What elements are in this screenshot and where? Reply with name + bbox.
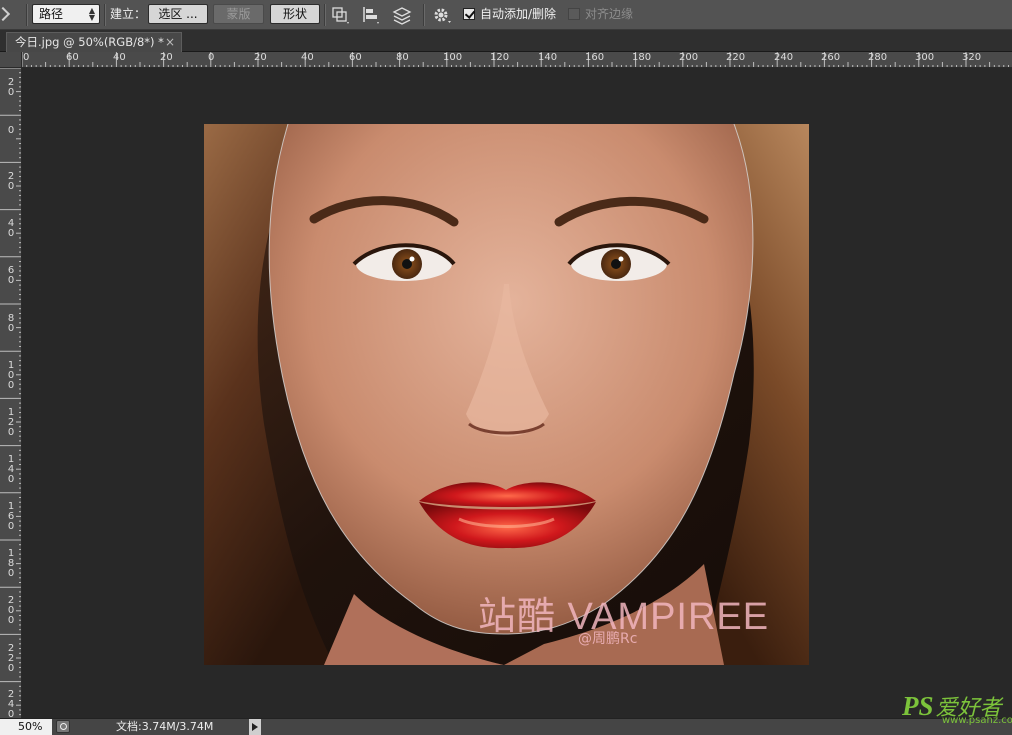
document-tab-title: 今日.jpg @ 50%(RGB/8*) * [15, 35, 164, 49]
pen-mode-value: 路径 [39, 7, 64, 21]
auto-add-delete-checkbox[interactable] [463, 8, 475, 20]
ruler-label: 0 [7, 125, 15, 136]
ruler-label: 1 4 0 [7, 454, 15, 485]
document-size-info: 文档:3.74M/3.74M [116, 720, 214, 733]
pen-mode-select[interactable]: 路径 ▲ ▼ [32, 4, 100, 24]
vertical-ruler[interactable]: 2 0 0 2 0 4 0 6 0 8 0 1 0 0 1 2 0 1 4 0 … [0, 68, 22, 718]
path-operations-icon[interactable] [330, 4, 352, 26]
path-alignment-icon[interactable] [360, 4, 382, 26]
ruler-label: 200 [679, 52, 699, 63]
close-icon[interactable]: × [165, 33, 175, 51]
ruler-label: 0 [208, 52, 215, 63]
canvas-watermark-author: @周鹏Rc [578, 631, 638, 647]
ruler-label: 8 0 [7, 313, 15, 334]
ruler-label: 160 [585, 52, 605, 63]
ruler-label: 40 [113, 52, 126, 63]
ruler-label: 0 [23, 52, 30, 63]
ruler-label: 1 6 0 [7, 501, 15, 532]
ruler-label: 40 [301, 52, 314, 63]
status-info-icon[interactable] [56, 720, 70, 733]
ruler-label: 2 0 [7, 77, 15, 98]
ruler-label: 20 [160, 52, 173, 63]
ruler-label: 20 [254, 52, 267, 63]
ruler-label: 180 [632, 52, 652, 63]
ruler-label: 2 0 [7, 171, 15, 192]
document-tab[interactable]: 今日.jpg @ 50%(RGB/8*) * × [6, 32, 182, 52]
site-url: www.psahz.com [942, 715, 1012, 726]
ruler-label: 220 [726, 52, 746, 63]
ruler-label: 6 0 [7, 265, 15, 286]
portrait-artwork [204, 124, 809, 665]
ruler-label: 80 [396, 52, 409, 63]
ruler-label: 320 [962, 52, 982, 63]
status-menu-arrow-icon[interactable] [249, 719, 261, 735]
auto-add-delete-label: 自动添加/删除 [480, 7, 557, 21]
align-edges-label: 对齐边缘 [585, 7, 634, 21]
site-watermark-logo: PS爱好者 www.psahz.com [902, 690, 1012, 726]
gear-icon[interactable] [431, 4, 453, 26]
document-tab-bar: 今日.jpg @ 50%(RGB/8*) * × [0, 30, 1012, 52]
separator [324, 4, 326, 26]
make-mask-button[interactable]: 蒙版 [213, 4, 264, 24]
ruler-label: 60 [349, 52, 362, 63]
make-shape-button[interactable]: 形状 [270, 4, 320, 24]
separator [26, 4, 28, 26]
ruler-label: 300 [915, 52, 935, 63]
ruler-label: 120 [490, 52, 510, 63]
ruler-label: 1 0 0 [7, 360, 15, 391]
ruler-label: 60 [66, 52, 79, 63]
ruler-label: 240 [774, 52, 794, 63]
options-bar: 路径 ▲ ▼ 建立： 选区 ... 蒙版 形状 自动添加/删除 对齐边缘 [0, 0, 1012, 30]
path-arrangement-icon[interactable] [391, 4, 413, 26]
ruler-label: 1 2 0 [7, 407, 15, 438]
make-selection-button[interactable]: 选区 ... [148, 4, 208, 24]
ruler-label: 2 0 0 [7, 595, 15, 626]
ruler-origin[interactable] [0, 52, 22, 68]
ruler-label: 1 8 0 [7, 548, 15, 579]
ruler-label: 2 2 0 [7, 643, 15, 674]
status-bar: 50% 文档:3.74M/3.74M [0, 718, 1012, 735]
select-arrows-icon: ▲ ▼ [88, 6, 95, 22]
zoom-level-field[interactable]: 50% [0, 719, 52, 735]
ruler-label: 280 [868, 52, 888, 63]
align-edges-checkbox[interactable] [568, 8, 580, 20]
make-label: 建立： [110, 7, 147, 21]
horizontal-ruler[interactable]: 0 60 40 20 0 20 40 60 80 100 120 140 160… [22, 52, 1012, 68]
separator [104, 4, 106, 26]
ruler-label: 260 [821, 52, 841, 63]
ruler-label: 100 [443, 52, 463, 63]
separator [423, 4, 425, 26]
portrait-image[interactable] [204, 124, 809, 665]
ruler-label: 4 0 [7, 218, 15, 239]
tool-preset-picker[interactable] [0, 6, 24, 24]
ruler-label: 2 4 0 [7, 689, 15, 719]
ruler-label: 140 [538, 52, 558, 63]
site-brand: PS [902, 691, 934, 721]
